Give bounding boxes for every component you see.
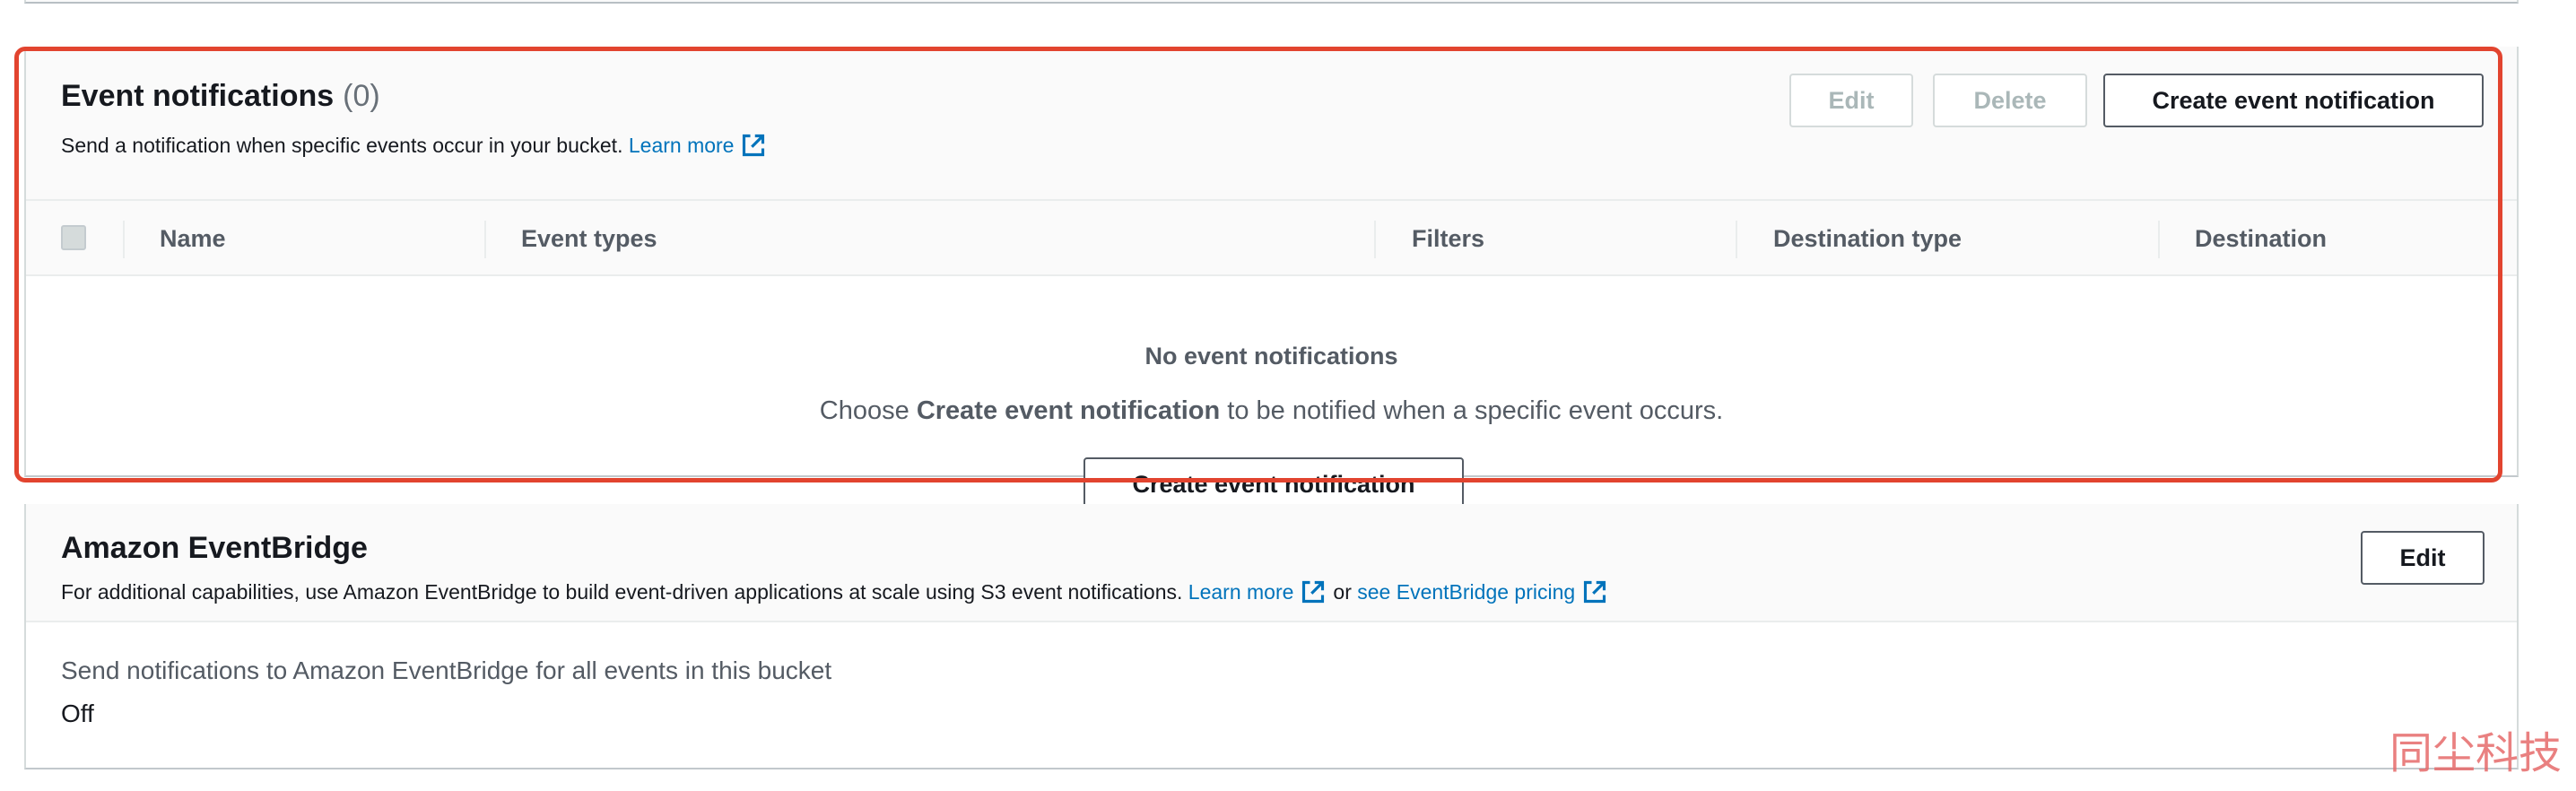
event-notifications-header: Event notifications (0) Send a notificati…	[26, 47, 2517, 201]
learn-more-link[interactable]: Learn more	[629, 134, 735, 158]
eventbridge-panel: Amazon EventBridge For additional capabi…	[24, 504, 2519, 769]
eventbridge-title: Amazon EventBridge	[61, 531, 368, 565]
watermark: 同尘科技	[2389, 728, 2562, 778]
edit-button[interactable]: Edit	[1789, 74, 1913, 127]
column-divider	[2158, 221, 2160, 258]
event-notifications-description: Send a notification when specific events…	[61, 133, 773, 158]
column-divider	[484, 221, 486, 258]
table-header: Name Event types Filters Destination typ…	[26, 201, 2517, 276]
eventbridge-header: Amazon EventBridge For additional capabi…	[26, 504, 2517, 622]
create-event-notification-button[interactable]: Create event notification	[2103, 74, 2484, 127]
column-destination-type[interactable]: Destination type	[1773, 201, 1962, 276]
event-notifications-title: Event notifications (0)	[61, 79, 380, 113]
empty-state: No event notifications Choose Create eve…	[26, 276, 2517, 511]
eventbridge-pricing-link[interactable]: see EventBridge pricing	[1357, 580, 1575, 604]
column-divider	[1736, 221, 1737, 258]
select-all-checkbox[interactable]	[61, 225, 86, 250]
delete-button[interactable]: Delete	[1933, 74, 2087, 127]
external-link-icon[interactable]	[741, 133, 766, 158]
previous-panel-edge	[24, 0, 2519, 4]
column-divider	[1374, 221, 1376, 258]
eventbridge-setting-value: Off	[61, 700, 94, 727]
eventbridge-edit-button[interactable]: Edit	[2361, 531, 2485, 585]
column-destination[interactable]: Destination	[2195, 201, 2327, 276]
empty-state-title: No event notifications	[1144, 343, 1398, 369]
external-link-icon[interactable]	[1582, 579, 1607, 604]
empty-state-text: Choose Create event notification to be n…	[819, 396, 1724, 425]
eventbridge-setting-label: Send notifications to Amazon EventBridge…	[61, 656, 832, 684]
event-notifications-count: (0)	[343, 79, 380, 113]
column-filters[interactable]: Filters	[1412, 201, 1484, 276]
external-link-icon[interactable]	[1301, 579, 1326, 604]
empty-state-create-button[interactable]: Create event notification	[1083, 457, 1464, 511]
eventbridge-description: For additional capabilities, use Amazon …	[61, 579, 1614, 604]
event-notifications-panel: Event notifications (0) Send a notificati…	[24, 47, 2519, 511]
column-event-types[interactable]: Event types	[521, 201, 657, 276]
eventbridge-learn-more-link[interactable]: Learn more	[1188, 580, 1294, 604]
column-divider	[123, 221, 125, 258]
column-name[interactable]: Name	[160, 201, 226, 276]
